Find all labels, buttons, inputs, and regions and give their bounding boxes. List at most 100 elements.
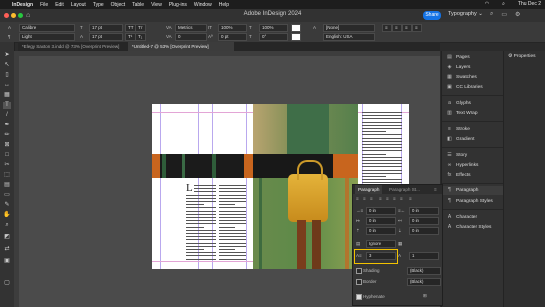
dock-paragraph[interactable]: ¶ Paragraph: [442, 186, 504, 195]
selection-tool-icon[interactable]: ➤: [3, 52, 11, 59]
dock-paragraph-styles[interactable]: ¶ Paragraph Styles: [442, 197, 504, 206]
panel-layout-icon[interactable]: ▭: [501, 11, 507, 18]
search-icon[interactable]: ⌕: [502, 1, 505, 7]
menu-plugins[interactable]: Plug-ins: [169, 2, 187, 8]
search-app-icon[interactable]: ⌕: [490, 11, 493, 18]
font-style-field[interactable]: Light: [19, 33, 75, 41]
line-tool-icon[interactable]: /: [3, 112, 11, 119]
first-line-indent-field[interactable]: 0 in: [366, 217, 396, 225]
dock-pages[interactable]: ▤ Pages: [442, 53, 504, 62]
tracking-field[interactable]: 0: [175, 33, 207, 41]
grid-toggle-icon[interactable]: ▦: [398, 241, 402, 247]
hand-tool-icon[interactable]: ✋: [3, 212, 11, 219]
small-caps-button[interactable]: Tᴛ: [135, 24, 146, 32]
dock-glyphs[interactable]: a Glyphs: [442, 99, 504, 108]
space-after-field[interactable]: 0 in: [409, 227, 439, 235]
page-tool-icon[interactable]: ▯: [3, 72, 11, 79]
justify-center-icon[interactable]: ≡: [386, 196, 389, 201]
rectangle-tool-icon[interactable]: □: [3, 152, 11, 159]
align-center-icon[interactable]: ≡: [363, 196, 366, 201]
note-tool-icon[interactable]: ▭: [3, 192, 11, 199]
justify-button[interactable]: ≡: [412, 24, 422, 32]
baseline-shift-field[interactable]: 0 pt: [218, 33, 247, 41]
align-left-icon[interactable]: ≡: [356, 196, 359, 201]
menu-view[interactable]: View: [151, 2, 162, 8]
align-right-button[interactable]: ≡: [402, 24, 412, 32]
tab-untitled-7[interactable]: *Untitled-7 @ 53% [Overprint Preview]: [128, 42, 234, 51]
workspace-switcher[interactable]: Typography ⌄: [448, 11, 483, 17]
wifi-icon[interactable]: ◠: [485, 1, 489, 7]
menu-app-name[interactable]: InDesign: [12, 2, 33, 8]
stroke-swatch[interactable]: [291, 33, 301, 41]
view-mode-icon[interactable]: ▣: [3, 258, 11, 265]
dock-gradient[interactable]: ◧ Gradient: [442, 135, 504, 144]
leading-field[interactable]: 17 pt: [89, 33, 123, 41]
dock-cc-libraries[interactable]: ▣ CC Libraries: [442, 83, 504, 92]
type-tool-icon[interactable]: T: [3, 102, 11, 109]
fill-stroke-icon[interactable]: ◩: [3, 234, 11, 241]
screen-mode-icon[interactable]: ▢: [3, 280, 11, 287]
dock-stroke[interactable]: ≡ Stroke: [442, 125, 504, 134]
left-indent-field[interactable]: 0 in: [366, 207, 396, 215]
scissors-tool-icon[interactable]: ✂: [3, 162, 11, 169]
border-color-select[interactable]: (Black): [407, 278, 441, 286]
type-para-mode-icon[interactable]: ¶: [8, 34, 10, 39]
space-before-field[interactable]: 0 in: [366, 227, 396, 235]
menu-edit[interactable]: Edit: [55, 2, 64, 8]
menu-table[interactable]: Table: [132, 2, 144, 8]
dock-effects[interactable]: fx Effects: [442, 171, 504, 180]
vertical-scale-field[interactable]: 100%: [218, 24, 247, 32]
tab-elegy-saxton[interactable]: *Elegy Saxton 3.indd @ 73% [Overprint Pr…: [18, 42, 130, 51]
justify-right-icon[interactable]: ≡: [393, 196, 396, 201]
font-size-field[interactable]: 17 pt: [89, 24, 123, 32]
dock-character-styles[interactable]: A Character Styles: [442, 223, 504, 232]
subscript-button[interactable]: T₁: [135, 33, 146, 41]
justify-all-icon[interactable]: ≡: [400, 196, 403, 201]
dock-hyperlinks[interactable]: ∞ Hyperlinks: [442, 161, 504, 170]
align-right-icon[interactable]: ≡: [370, 196, 373, 201]
menu-layout[interactable]: Layout: [71, 2, 86, 8]
gradient-tool-icon[interactable]: ▤: [3, 182, 11, 189]
align-to-grid-select[interactable]: Ignore: [366, 240, 396, 248]
align-left-button[interactable]: ≡: [382, 24, 392, 32]
kerning-field[interactable]: Metrics: [175, 24, 207, 32]
char-style-field[interactable]: [None]: [323, 24, 375, 32]
direct-selection-tool-icon[interactable]: ↖: [3, 62, 11, 69]
right-indent-field[interactable]: 0 in: [409, 207, 439, 215]
hyphenate-checkbox[interactable]: [356, 294, 362, 300]
skew-field[interactable]: 0°: [259, 33, 288, 41]
shading-checkbox[interactable]: [356, 268, 362, 274]
dock-swatches[interactable]: ▦ Swatches: [442, 73, 504, 82]
fill-swatch[interactable]: [291, 24, 301, 32]
pen-tool-icon[interactable]: ✒: [3, 122, 11, 129]
align-center-button[interactable]: ≡: [392, 24, 402, 32]
panel-menu-icon[interactable]: ≡: [431, 185, 440, 194]
type-char-mode-icon[interactable]: A: [8, 25, 11, 30]
drop-cap-chars-field[interactable]: 1: [409, 252, 439, 260]
horizontal-scale-field[interactable]: 100%: [259, 24, 288, 32]
menu-type[interactable]: Type: [93, 2, 104, 8]
menu-help[interactable]: Help: [219, 2, 229, 8]
gap-tool-icon[interactable]: ↔: [3, 82, 11, 89]
eyedropper-tool-icon[interactable]: ✎: [3, 202, 11, 209]
fashion-photo[interactable]: [253, 104, 358, 269]
tab-paragraph[interactable]: Paragraph: [355, 185, 383, 194]
free-transform-tool-icon[interactable]: ⬚: [3, 172, 11, 179]
shading-color-select[interactable]: (Black): [407, 267, 441, 275]
align-spine-icon[interactable]: ≡: [409, 196, 412, 201]
last-line-indent-field[interactable]: 0 in: [409, 217, 439, 225]
dock-story[interactable]: ☰ Story: [442, 151, 504, 160]
content-collector-icon[interactable]: ▦: [3, 92, 11, 99]
dock-text-wrap[interactable]: ▥ Text Wrap: [442, 109, 504, 118]
tab-paragraph-styles[interactable]: Paragraph St...: [386, 185, 423, 194]
font-family-field[interactable]: Calibre: [19, 24, 75, 32]
properties-tab[interactable]: ⚙ Properties: [508, 54, 536, 59]
menu-object[interactable]: Object: [111, 2, 125, 8]
language-field[interactable]: English: USA: [323, 33, 375, 41]
swap-fill-stroke-icon[interactable]: ⇄: [3, 246, 11, 253]
drop-cap-lines-field[interactable]: 3: [366, 252, 396, 260]
dock-layers[interactable]: ◈ Layers: [442, 63, 504, 72]
pencil-tool-icon[interactable]: ✏: [3, 132, 11, 139]
rectangle-frame-tool-icon[interactable]: ⊠: [3, 142, 11, 149]
share-button[interactable]: Share: [423, 11, 441, 20]
